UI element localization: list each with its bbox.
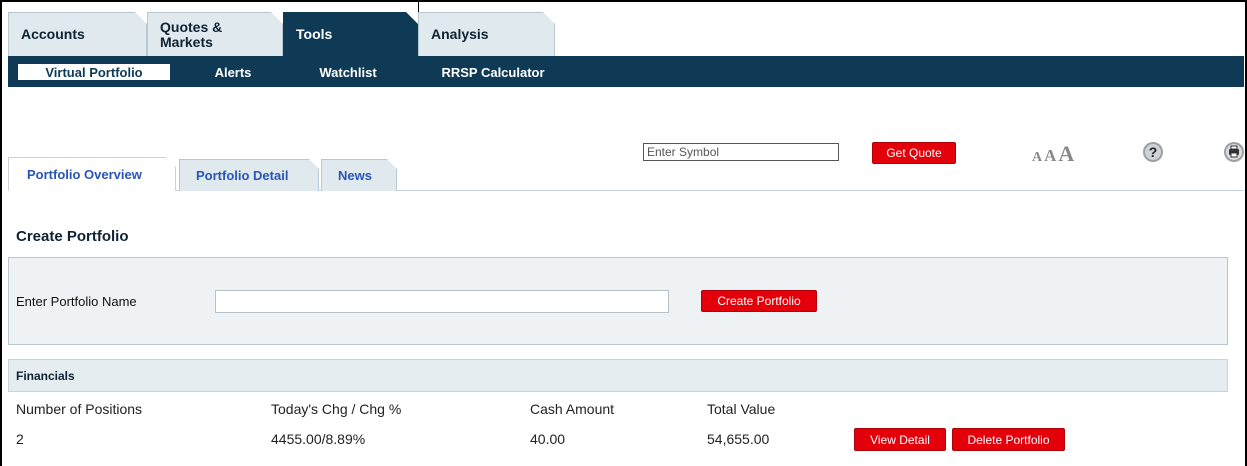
col-header-change: Today's Chg / Chg %: [271, 401, 402, 417]
subnav-rrsp-calculator[interactable]: RRSP Calculator: [428, 64, 558, 80]
delete-portfolio-button[interactable]: Delete Portfolio: [952, 428, 1065, 451]
tab-corner: [543, 12, 555, 24]
tab-corner: [406, 12, 418, 24]
tab-quotes-markets[interactable]: Quotes & Markets: [147, 12, 283, 56]
tab-analysis-label: Analysis: [431, 26, 489, 42]
create-portfolio-button[interactable]: Create Portfolio: [701, 290, 817, 312]
tab-portfolio-overview-label: Portfolio Overview: [27, 167, 142, 182]
tab-portfolio-detail[interactable]: Portfolio Detail: [179, 159, 319, 191]
tab-tools[interactable]: Tools: [283, 12, 418, 56]
tab-portfolio-detail-label: Portfolio Detail: [196, 168, 289, 183]
window-frame-top: [0, 0, 1247, 2]
tab-accounts[interactable]: Accounts: [8, 12, 147, 56]
create-portfolio-heading: Create Portfolio: [16, 228, 129, 245]
tab-news-label: News: [338, 168, 372, 183]
total-value: 54,655.00: [707, 431, 770, 447]
subnav-alerts-label: Alerts: [214, 64, 252, 80]
cash-value: 40.00: [530, 431, 566, 447]
col-header-total: Total Value: [707, 401, 776, 417]
subnav-rrsp-calculator-label: RRSP Calculator: [441, 64, 545, 80]
main-nav-tabs: Accounts Quotes & Markets Tools Analysis: [8, 12, 1247, 56]
tab-accounts-label: Accounts: [21, 26, 85, 42]
window-frame-left: [0, 0, 2, 466]
portfolio-tabs: Portfolio Overview Portfolio Detail News: [8, 157, 1244, 191]
tab-news[interactable]: News: [321, 159, 397, 191]
subnav-watchlist[interactable]: Watchlist: [303, 64, 393, 80]
tab-corner: [135, 12, 147, 24]
subnav-watchlist-label: Watchlist: [319, 64, 377, 80]
sub-nav-bar: Virtual Portfolio Alerts Watchlist RRSP …: [8, 56, 1244, 87]
tab-tools-label: Tools: [296, 26, 333, 42]
tab-corner: [166, 157, 176, 167]
tab-corner: [387, 159, 397, 169]
subnav-virtual-portfolio-label: Virtual Portfolio: [45, 64, 143, 80]
view-detail-button[interactable]: View Detail: [854, 428, 946, 451]
subnav-virtual-portfolio[interactable]: Virtual Portfolio: [18, 64, 170, 80]
subnav-alerts[interactable]: Alerts: [198, 64, 268, 80]
col-header-positions: Number of Positions: [16, 401, 143, 417]
col-header-cash: Cash Amount: [530, 401, 615, 417]
portfolio-name-label: Enter Portfolio Name: [16, 294, 137, 309]
portfolio-name-input[interactable]: [215, 290, 669, 313]
tab-analysis[interactable]: Analysis: [418, 12, 555, 56]
tab-corner: [309, 159, 319, 169]
positions-value: 2: [16, 431, 24, 447]
tab-quotes-markets-label: Quotes & Markets: [160, 18, 223, 50]
tab-corner: [271, 12, 283, 24]
financials-header: Financials: [8, 359, 1228, 392]
tab-portfolio-overview[interactable]: Portfolio Overview: [8, 157, 176, 191]
change-value: 4455.00/8.89%: [271, 431, 366, 447]
